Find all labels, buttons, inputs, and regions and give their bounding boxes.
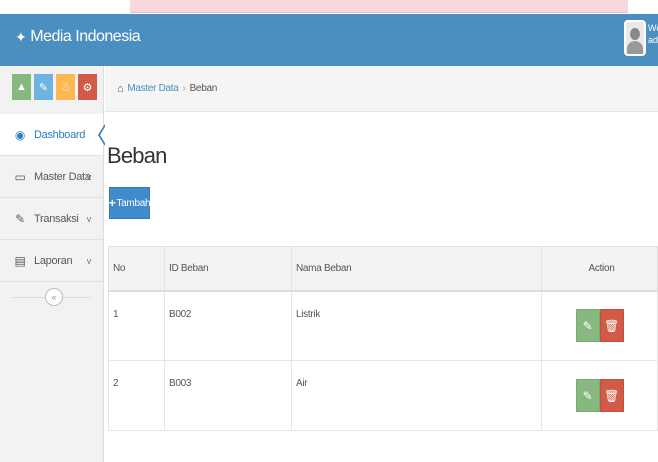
pencil-icon: ✎ — [582, 388, 593, 403]
sidebar-shortcuts: ▲ ✎ ☃ ⚙ — [0, 66, 103, 114]
sidebar-item-label: Laporan — [34, 254, 73, 267]
breadcrumb-separator: › — [182, 83, 186, 94]
breadcrumb: ⌂ Master Data › Beban — [105, 66, 658, 112]
sidebar: ▲ ✎ ☃ ⚙ ◉ Dashboard ▭ Master Data v ✎ Tr… — [0, 66, 106, 462]
brand-logo[interactable]: ✦ Media Indonesia — [15, 28, 141, 46]
add-button-label: Tambah — [116, 197, 151, 209]
notification-bar — [130, 0, 628, 13]
trash-icon: 🗑 — [604, 388, 619, 403]
top-strip — [0, 0, 658, 14]
active-indicator — [97, 124, 106, 146]
trash-icon: 🗑 — [604, 318, 619, 333]
sidebar-item-label: Transaksi — [34, 212, 79, 225]
sidebar-item-laporan[interactable]: ▤ Laporan v — [0, 240, 103, 282]
home-icon[interactable]: ⌂ — [117, 83, 124, 95]
delete-button[interactable]: 🗑 — [599, 309, 624, 343]
edit-button[interactable]: ✎ — [575, 309, 600, 343]
breadcrumb-master-data[interactable]: Master Data — [127, 83, 178, 94]
table-row: 1 B002 Listrik ✎ 🗑 — [108, 290, 658, 361]
sidebar-collapse: « — [0, 282, 103, 318]
sidebar-item-dashboard[interactable]: ◉ Dashboard — [0, 114, 106, 156]
column-header-no[interactable]: No — [108, 246, 165, 292]
users-icon[interactable]: ☃ — [56, 74, 75, 100]
column-header-action: Action — [541, 246, 658, 292]
navbar: ✦ Media Indonesia We ad — [0, 14, 658, 66]
list-icon: ▤ — [14, 253, 26, 268]
cell-no: 2 — [108, 360, 165, 431]
brand-name: Media Indonesia — [30, 28, 141, 45]
cell-name: Air — [291, 360, 542, 431]
chart-icon[interactable]: ▲ — [12, 74, 31, 100]
welcome-text[interactable]: We ad — [648, 22, 658, 46]
cell-actions: ✎ 🗑 — [541, 290, 658, 361]
edit-button[interactable]: ✎ — [575, 379, 600, 412]
chevron-down-icon: v — [86, 171, 92, 182]
pencil-icon[interactable]: ✎ — [34, 74, 53, 100]
column-header-name[interactable]: Nama Beban — [291, 246, 542, 292]
chevron-down-icon: v — [86, 255, 92, 266]
cell-name: Listrik — [291, 290, 542, 361]
column-header-id[interactable]: ID Beban — [164, 246, 292, 292]
page-title: Beban — [107, 143, 167, 168]
cell-id: B003 — [164, 360, 292, 431]
sidebar-item-label: Master Data — [34, 170, 91, 183]
beban-table: No ID Beban Nama Beban Action 1 B002 Lis… — [108, 246, 658, 431]
sidebar-item-master-data[interactable]: ▭ Master Data v — [0, 156, 103, 198]
desktop-icon: ▭ — [14, 169, 26, 184]
sidebar-item-label: Dashboard — [34, 128, 86, 141]
dashboard-icon: ◉ — [14, 127, 26, 142]
breadcrumb-current: Beban — [189, 83, 218, 94]
pencil-icon: ✎ — [582, 318, 593, 333]
cell-id: B002 — [164, 290, 292, 361]
table-row: 2 B003 Air ✎ 🗑 — [108, 360, 658, 431]
collapse-icon[interactable]: « — [45, 288, 63, 306]
add-button[interactable]: + Tambah — [108, 187, 151, 219]
chevron-down-icon: v — [86, 213, 92, 224]
cell-no: 1 — [108, 290, 165, 361]
leaf-icon: ✦ — [15, 28, 27, 45]
sidebar-item-transaksi[interactable]: ✎ Transaksi v — [0, 198, 103, 240]
cell-actions: ✎ 🗑 — [541, 360, 658, 431]
cogs-icon[interactable]: ⚙ — [78, 74, 97, 100]
plus-icon: + — [108, 196, 116, 210]
edit-icon: ✎ — [15, 211, 25, 226]
avatar[interactable] — [624, 20, 646, 56]
delete-button[interactable]: 🗑 — [599, 379, 624, 412]
table-header-row: No ID Beban Nama Beban Action — [108, 246, 658, 292]
